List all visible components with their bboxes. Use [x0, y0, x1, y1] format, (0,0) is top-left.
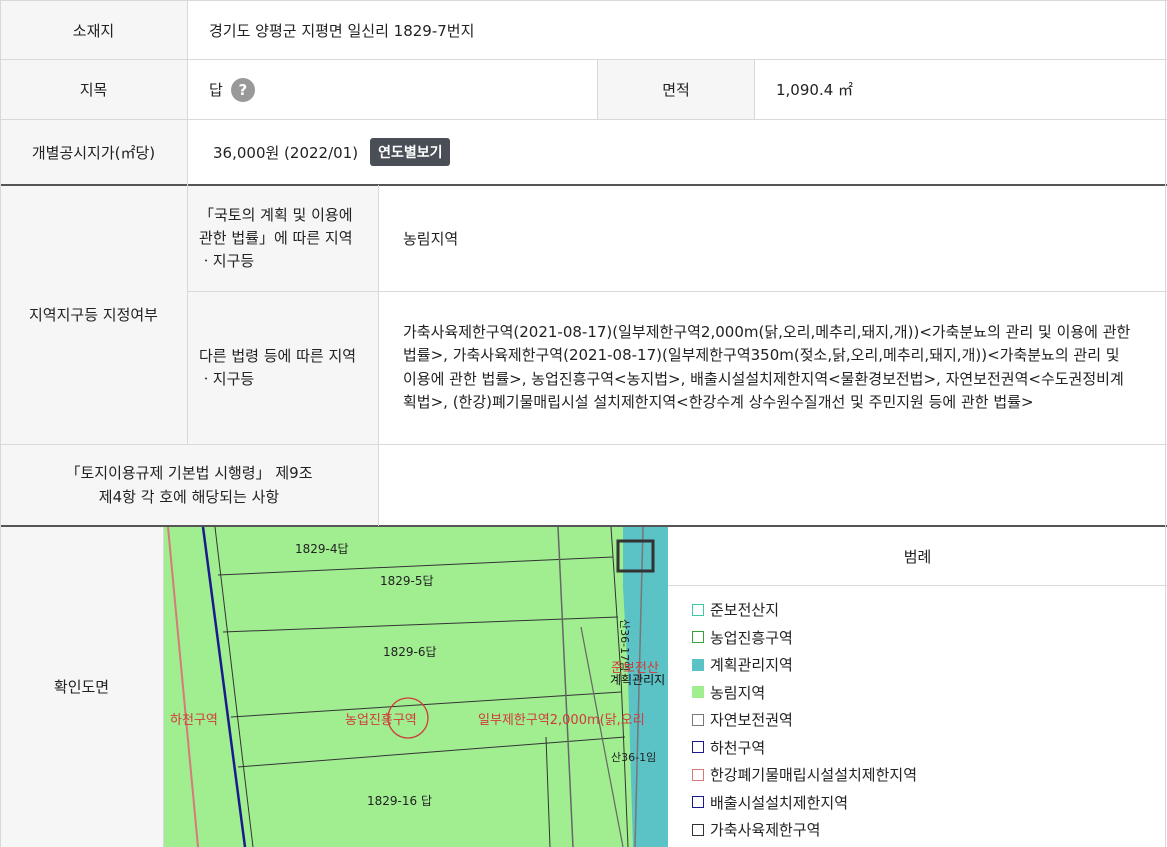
article-label: 「토지이용규제 기본법 시행령」 제9조 제4항 각 호에 해당되는 사항 [0, 444, 378, 526]
legend-swatch-icon [692, 631, 704, 643]
map-overlay-label: 하천구역 [170, 713, 218, 728]
legend-label: 계획관리지역 [710, 656, 793, 674]
legend-swatch-icon [692, 713, 704, 726]
legend-swatch-icon [692, 741, 704, 753]
map-overlay-label: 계획관리지 [610, 673, 666, 687]
official-price-value: 36,000원 (2022/01) [213, 143, 359, 162]
map-parcel-label: 1829-6답 [383, 645, 437, 659]
legend-item: 계획관리지역 [692, 654, 793, 675]
legend-label: 한강폐기물매립시설설치제한지역 [710, 766, 918, 784]
map-parcel-label: 산36-1임 [611, 751, 657, 764]
legend-swatch-icon [692, 658, 704, 671]
legend-title: 범례 [668, 527, 1167, 585]
map-overlay-label: 일부제한구역2,000m(닭,오리 [478, 713, 645, 728]
article-value [378, 444, 1167, 526]
legend-item: 배출시설설치제한지역 [692, 792, 848, 813]
legend-label: 가축사육제한구역 [710, 821, 821, 839]
map-section-label: 확인도면 [0, 526, 163, 847]
legend-swatch-icon [692, 603, 704, 616]
legend-swatch-icon [692, 796, 704, 808]
land-category-value: 답 [209, 81, 223, 99]
legend-label: 하천구역 [710, 738, 766, 757]
confirmation-map[interactable]: 1829-4답 1829-5답 1829-6답 1829-16 답 산36-1임… [163, 527, 668, 847]
official-price-cell: 36,000원 (2022/01) 연도별보기 [187, 119, 1167, 185]
legend-item: 준보전산지 [692, 599, 779, 620]
zoning-label: 지역지구등 지정여부 [0, 185, 187, 444]
legend-item: 농림지역 [692, 682, 765, 703]
legend-label: 농업진흥구역 [710, 628, 793, 647]
area-label: 면적 [598, 60, 754, 119]
area-value: 1,090.4 ㎡ [776, 81, 854, 99]
legend-item: 농업진흥구역 [692, 627, 793, 648]
map-overlay-label: 농업진흥구역 [345, 713, 417, 728]
other-law-label: 다른 법령 등에 따른 지역ㆍ지구등 [187, 291, 378, 444]
map-parcel-label: 1829-4답 [295, 542, 349, 556]
legend-label: 자연보전권역 [710, 711, 793, 729]
other-law-value: 가축사육제한구역(2021-08-17)(일부제한구역2,000m(닭,오리,메… [403, 322, 1131, 412]
land-use-table: 소재지 경기도 양평군 지평면 일신리 1829-7번지 지목 답 ? 면적 1… [0, 0, 1167, 847]
legend-item: 자연보전권역 [692, 709, 793, 730]
land-category-cell: 답 ? [187, 60, 598, 119]
land-category-label: 지목 [0, 60, 187, 119]
legend-label: 배출시설설치제한지역 [710, 793, 849, 812]
help-icon[interactable]: ? [230, 77, 255, 102]
legend-swatch-icon [692, 823, 704, 836]
official-price-label: 개별공시지가(㎡당) [0, 119, 187, 185]
legend-swatch-icon [692, 768, 704, 781]
legend-label: 준보전산지 [710, 601, 780, 619]
map-parcel-label: 1829-5답 [380, 574, 434, 588]
legend-swatch-icon [692, 686, 704, 698]
map-fullscreen-icon[interactable] [618, 541, 653, 571]
map-parcel-label: 1829-16 답 [367, 794, 432, 808]
legend-item: 하천구역 [692, 737, 765, 758]
national-law-label: 「국토의 계획 및 이용에 관한 법률」에 따른 지역ㆍ지구등 [187, 185, 378, 291]
location-label: 소재지 [0, 0, 187, 60]
national-law-value: 농림지역 [403, 229, 459, 248]
legend-label: 농림지역 [710, 683, 766, 702]
view-by-year-button[interactable]: 연도별보기 [370, 138, 451, 166]
legend-item: 가축사육제한구역 [692, 819, 820, 840]
location-value: 경기도 양평군 지평면 일신리 1829-7번지 [209, 21, 475, 40]
legend-item: 한강폐기물매립시설설치제한지역 [692, 764, 917, 785]
